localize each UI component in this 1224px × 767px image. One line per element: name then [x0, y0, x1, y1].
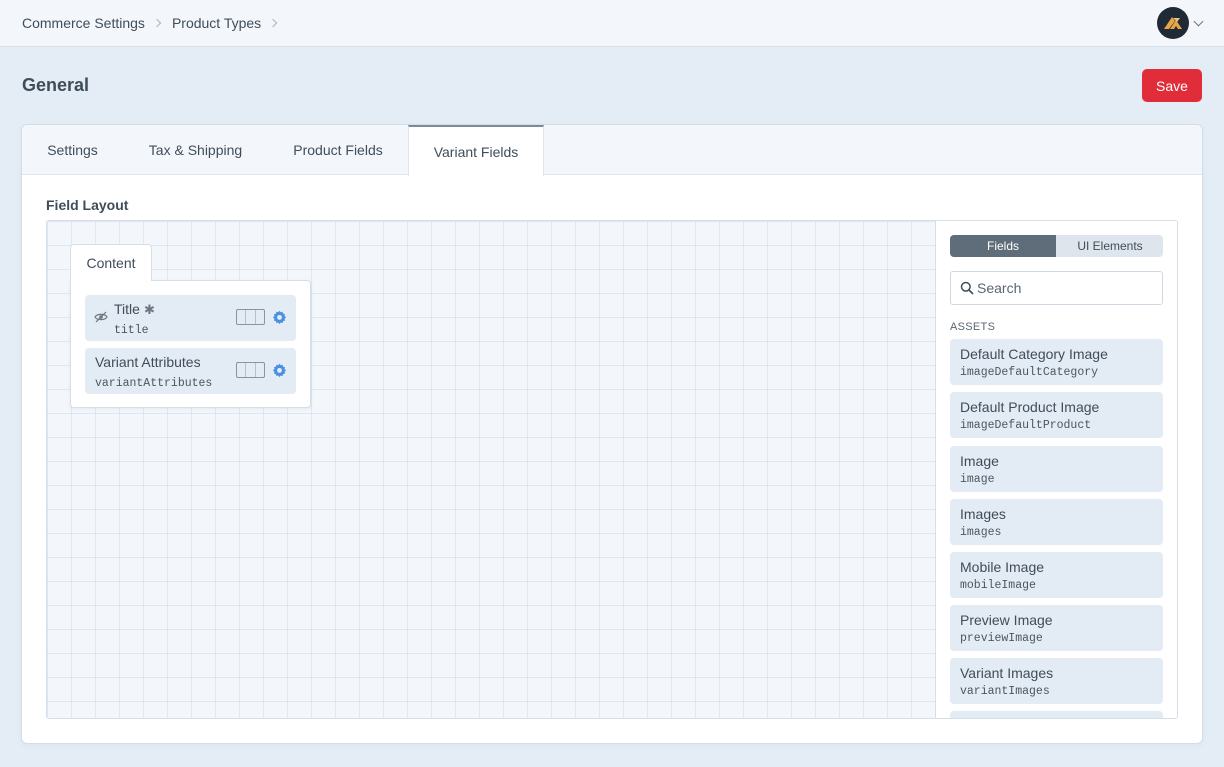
field-handle: imageDefaultCategory	[960, 366, 1099, 379]
field-library: Fields UI Elements ASSETS Default Catego…	[936, 221, 1177, 718]
library-field-item[interactable]: Default Category Image imageDefaultCateg…	[950, 339, 1163, 385]
breadcrumb-item-commerce-settings[interactable]: Commerce Settings	[22, 15, 172, 31]
library-field-item[interactable]: Variant Images variantImages	[950, 658, 1163, 704]
layout-tab-content[interactable]: Content	[70, 244, 152, 281]
craft-logo-icon	[1164, 17, 1182, 29]
tab-bar: Settings Tax & Shipping Product Fields V…	[22, 125, 1202, 176]
tab-label: Product Fields	[293, 142, 383, 158]
field-handle: image	[960, 473, 995, 486]
field-name: Images	[960, 506, 1006, 522]
field-name: Image	[960, 453, 999, 469]
save-button[interactable]: Save	[1142, 69, 1202, 102]
field-layout-heading: Field Layout	[46, 197, 129, 213]
field-handle: images	[960, 526, 1002, 539]
field-handle: previewImage	[960, 632, 1043, 645]
chevron-right-icon	[268, 18, 278, 27]
layout-tab-body: Title ✱ title Variant Attributes variantA…	[70, 280, 311, 408]
gear-icon[interactable]	[272, 363, 287, 378]
breadcrumb-item-product-types[interactable]: Product Types	[172, 15, 288, 31]
field-handle: mobileImage	[960, 579, 1036, 592]
field-width-icon[interactable]	[236, 362, 265, 378]
layout-tab-label: Content	[86, 255, 136, 271]
field-name: Default Product Image	[960, 399, 1100, 415]
library-field-item[interactable]: Images images	[950, 499, 1163, 545]
library-field-item[interactable]: Image image	[950, 446, 1163, 492]
field-width-icon[interactable]	[236, 309, 265, 325]
search-icon	[960, 281, 974, 295]
field-name: Mobile Image	[960, 559, 1045, 575]
tab-label: Settings	[47, 142, 98, 158]
field-handle: variantAttributes	[95, 377, 213, 390]
library-field-item-partial[interactable]	[950, 711, 1163, 718]
breadcrumb-label[interactable]: Product Types	[172, 15, 261, 31]
toggle-fields-button[interactable]: Fields	[950, 235, 1056, 257]
toggle-ui-elements-button[interactable]: UI Elements	[1057, 235, 1163, 257]
main-card: Settings Tax & Shipping Product Fields V…	[22, 125, 1202, 743]
tab-variant-fields[interactable]: Variant Fields	[408, 125, 544, 176]
field-name: Variant Attributes	[95, 354, 201, 370]
account-menu[interactable]	[1157, 7, 1204, 39]
page-title: General	[22, 75, 90, 95]
gear-icon[interactable]	[272, 310, 287, 325]
tab-tax-shipping[interactable]: Tax & Shipping	[123, 125, 268, 175]
field-handle: variantImages	[960, 685, 1050, 698]
field-handle: title	[114, 324, 149, 337]
library-field-item[interactable]: Default Product Image imageDefaultProduc…	[950, 392, 1163, 438]
tab-settings[interactable]: Settings	[22, 125, 123, 175]
library-field-item[interactable]: Preview Image previewImage	[950, 605, 1163, 651]
library-field-item[interactable]: Mobile Image mobileImage	[950, 552, 1163, 598]
chevron-down-icon[interactable]	[1193, 16, 1204, 27]
top-header: Commerce Settings Product Types	[0, 0, 1224, 47]
required-asterisk-icon: ✱	[143, 302, 155, 317]
field-name-text: Title	[114, 301, 140, 317]
tab-product-fields[interactable]: Product Fields	[268, 125, 408, 175]
field-name: Default Category Image	[960, 346, 1108, 362]
layout-field-variant-attributes[interactable]: Variant Attributes variantAttributes	[85, 348, 296, 394]
library-search[interactable]	[950, 271, 1163, 305]
layout-field-title[interactable]: Title ✱ title	[85, 295, 296, 341]
field-name: Title ✱	[114, 301, 155, 318]
field-name: Preview Image	[960, 612, 1053, 628]
breadcrumb: Commerce Settings Product Types	[22, 0, 288, 45]
eye-slash-icon	[94, 311, 108, 323]
avatar[interactable]	[1157, 7, 1189, 39]
breadcrumb-label[interactable]: Commerce Settings	[22, 15, 145, 31]
chevron-right-icon	[152, 18, 162, 27]
tab-label: Variant Fields	[433, 143, 519, 160]
field-name: Variant Images	[960, 665, 1054, 681]
layout-canvas: Content Title ✱ title Variant Attributes…	[47, 221, 936, 718]
tab-label: Tax & Shipping	[148, 142, 243, 158]
field-layout-designer: Content Title ✱ title Variant Attributes…	[46, 220, 1178, 719]
library-toggle: Fields UI Elements	[950, 235, 1163, 257]
field-handle: imageDefaultProduct	[960, 419, 1092, 432]
search-input[interactable]	[977, 272, 1157, 304]
group-label-assets: ASSETS	[950, 321, 996, 333]
